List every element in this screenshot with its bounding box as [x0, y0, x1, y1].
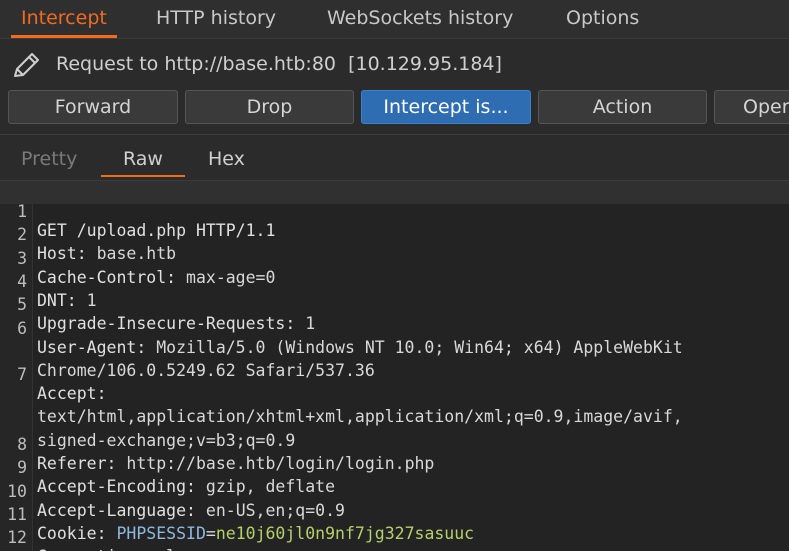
tab-intercept[interactable]: Intercept	[21, 0, 107, 38]
editor-line: Chrome/106.0.5249.62 Safari/537.36	[0, 321, 789, 344]
tab-hex[interactable]: Hex	[208, 145, 245, 175]
forward-button[interactable]: Forward	[8, 90, 178, 124]
editor-line: 4 DNT: 1	[0, 251, 789, 274]
open-browser-button[interactable]: Oper	[714, 90, 789, 124]
tab-raw[interactable]: Raw	[123, 145, 163, 175]
editor-line: 13	[0, 531, 789, 551]
divider	[0, 134, 789, 135]
editor-line: 8 Referer: http://base.htb/login/login.p…	[0, 414, 789, 437]
editor-line: 10 Accept-Language: en-US,en;q=0.9	[0, 461, 789, 484]
editor-line: 9 Accept-Encoding: gzip, deflate	[0, 437, 789, 460]
editor-line: 7 Accept:	[0, 344, 789, 367]
editor-line: 11 Cookie: PHPSESSID=ne10j60jl0n9nf7jg32…	[0, 484, 789, 507]
editor-line: 12 Connection: close	[0, 507, 789, 530]
editor-line: 2 Host: base.htb	[0, 204, 789, 227]
intercept-toggle-button[interactable]: Intercept is...	[361, 90, 531, 124]
editor-line: text/html,application/xhtml+xml,applicat…	[0, 367, 789, 390]
editor-line: 5 Upgrade-Insecure-Requests: 1	[0, 274, 789, 297]
tab-pretty[interactable]: Pretty	[21, 145, 77, 175]
tab-options[interactable]: Options	[566, 0, 639, 38]
editor-line: signed-exchange;v=b3;q=0.9	[0, 391, 789, 414]
request-editor[interactable]: 1 GET /upload.php HTTP/1.1 2 Host: base.…	[0, 180, 789, 551]
action-button[interactable]: Action	[538, 90, 707, 124]
drop-button[interactable]: Drop	[185, 90, 354, 124]
tab-websockets-history[interactable]: WebSockets history	[327, 0, 513, 38]
request-target: Request to http://base.htb:80	[56, 53, 336, 75]
editor-line: 3 Cache-Control: max-age=0	[0, 228, 789, 251]
editor-line: 1 GET /upload.php HTTP/1.1	[0, 181, 789, 204]
request-ip: [10.129.95.184]	[348, 53, 502, 75]
tab-http-history[interactable]: HTTP history	[156, 0, 276, 38]
request-info: Request to http://base.htb:80 [10.129.95…	[0, 44, 789, 84]
top-tab-bar: Intercept HTTP history WebSockets histor…	[0, 0, 789, 39]
editor-line: 6 User-Agent: Mozilla/5.0 (Windows NT 10…	[0, 298, 789, 321]
